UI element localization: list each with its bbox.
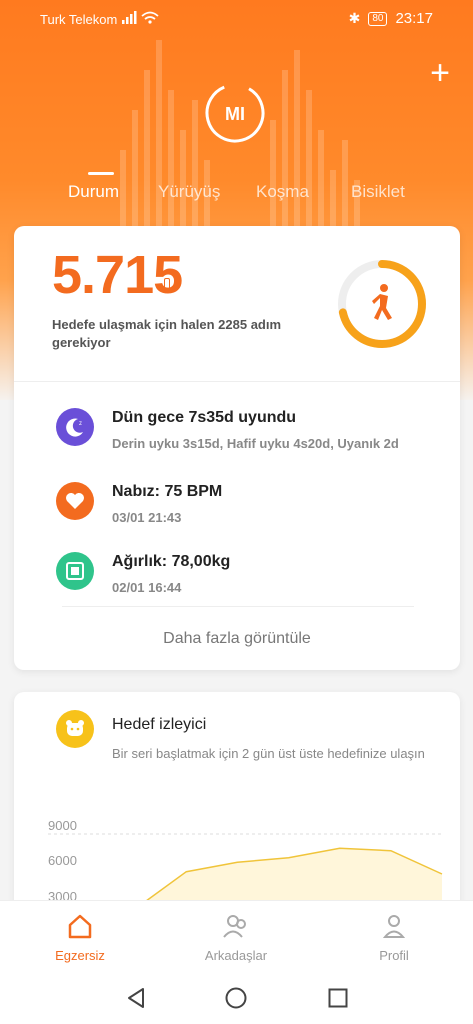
moon-icon: z <box>56 408 94 446</box>
tab-kosma[interactable]: Koşma <box>256 182 309 202</box>
battery-indicator: 80 <box>368 11 388 26</box>
tab-bisiklet[interactable]: Bisiklet <box>351 182 405 202</box>
walking-icon <box>372 284 392 320</box>
step-unit-icon <box>164 278 170 292</box>
tab-durum[interactable]: Durum <box>68 182 119 202</box>
y-tick-label: 9000 <box>48 818 77 833</box>
home-circle-icon[interactable] <box>224 986 248 1010</box>
y-tick-label: 6000 <box>48 853 77 868</box>
add-button[interactable]: + <box>425 56 455 90</box>
tab-yuruyus[interactable]: Yürüyüş <box>158 182 220 202</box>
sleep-title: Dün gece 7s35d uyundu <box>112 409 297 426</box>
recents-icon[interactable] <box>326 986 350 1010</box>
status-bar: Turk Telekom ✱ 80 23:17 <box>0 0 473 38</box>
signal-wifi-icon <box>122 11 159 24</box>
nav-profile-label: Profil <box>379 948 409 963</box>
heart-rate-title: Nabız: 75 BPM <box>112 483 223 500</box>
mi-logo: MI <box>205 83 265 143</box>
activity-tabs: Durum Yürüyüş Koşma Bisiklet <box>0 182 473 212</box>
carrier-name: Turk Telekom <box>40 12 118 27</box>
nav-profile[interactable]: Profil <box>344 911 444 963</box>
weight-title: Ağırlık: 78,00kg <box>112 553 231 570</box>
tracker-subtitle: Bir seri başlatmak için 2 gün üst üste h… <box>112 746 425 761</box>
svg-text:z: z <box>79 421 82 427</box>
nav-exercise-label: Egzersiz <box>55 948 105 963</box>
heart-icon <box>56 482 94 520</box>
bluetooth-icon: ✱ <box>348 10 361 26</box>
nav-friends-label: Arkadaşlar <box>204 948 268 963</box>
step-count: 5.715 <box>52 245 183 305</box>
row-divider <box>62 606 414 607</box>
nav-exercise[interactable]: Egzersiz <box>30 911 130 963</box>
friends-icon <box>223 915 246 938</box>
system-navigation-bar <box>0 972 473 1024</box>
step-progress-ring[interactable] <box>336 258 428 350</box>
logo-text: MI <box>225 104 245 124</box>
weight-time: 02/01 16:44 <box>112 580 182 595</box>
summary-card: 5.715 Hedefe ulaşmak için halen 2285 adı… <box>14 226 460 670</box>
bottom-navigation: Egzersiz Arkadaşlar Profil <box>0 900 473 973</box>
scale-icon <box>56 552 94 590</box>
nav-friends[interactable]: Arkadaşlar <box>186 911 286 963</box>
tab-indicator <box>88 172 114 175</box>
profile-icon <box>382 915 406 938</box>
back-icon[interactable] <box>124 986 148 1010</box>
sleep-detail: Derin uyku 3s15d, Hafif uyku 4s20d, Uyan… <box>112 436 399 451</box>
home-icon <box>68 914 92 939</box>
view-more-button[interactable]: Daha fazla görüntüle <box>14 630 460 648</box>
goal-remaining-text: Hedefe ulaşmak için halen 2285 adım gere… <box>52 317 282 350</box>
tracker-title: Hedef izleyici <box>112 716 207 733</box>
clock: 23:17 <box>395 10 433 27</box>
bear-icon <box>56 710 94 748</box>
card-divider <box>14 381 460 382</box>
heart-rate-time: 03/01 21:43 <box>112 510 182 525</box>
